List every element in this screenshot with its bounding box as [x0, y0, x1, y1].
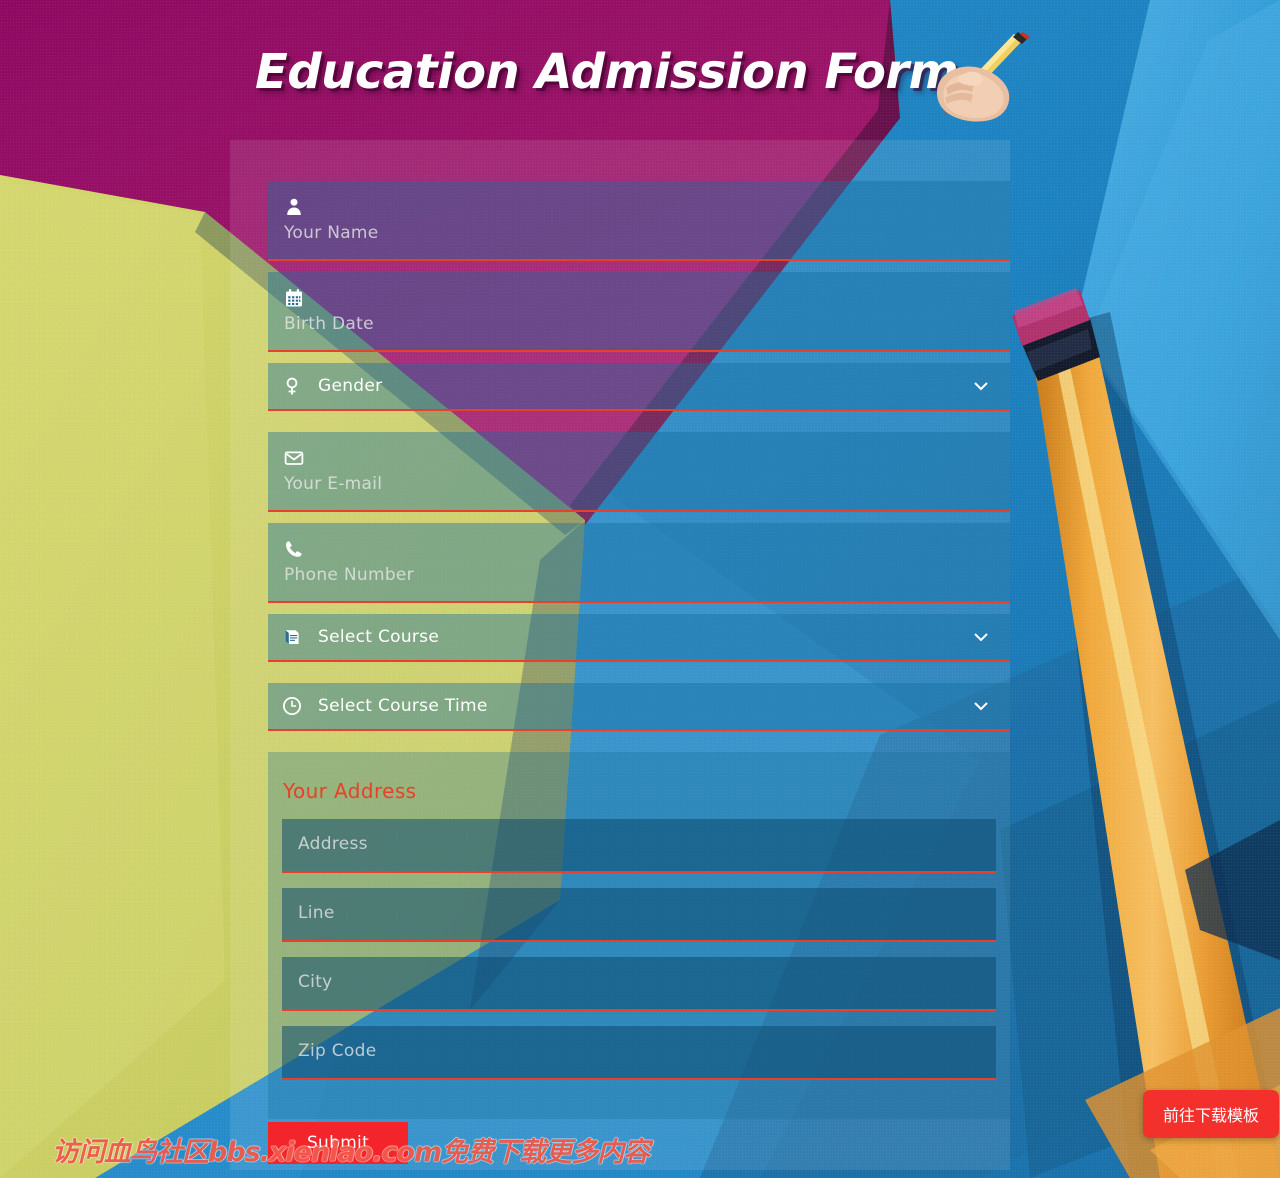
- your-email-field[interactable]: Your E-mail: [268, 432, 1010, 512]
- birth-date-field[interactable]: Birth Date: [268, 272, 1010, 352]
- your-email-placeholder: Your E-mail: [284, 474, 383, 494]
- calendar-icon: [284, 288, 304, 308]
- address-group: Your Address Address Line City Zip Code: [268, 752, 1010, 1119]
- page-title: Education Admission Form: [255, 44, 959, 100]
- user-icon: [284, 197, 304, 217]
- address-group-title: Your Address: [283, 779, 417, 803]
- select-course-label: Select Course: [318, 627, 440, 647]
- city-placeholder: City: [298, 972, 333, 992]
- chevron-down-icon: [974, 633, 988, 642]
- zip-code-field[interactable]: Zip Code: [282, 1026, 996, 1080]
- download-template-button[interactable]: 前往下载模板: [1142, 1090, 1279, 1138]
- chevron-down-icon: [974, 702, 988, 711]
- page-root: Education Admission Form Your Name Birth…: [0, 0, 1280, 1178]
- phone-icon: [284, 539, 304, 559]
- address-field[interactable]: Address: [282, 819, 996, 873]
- venus-gender-icon: [282, 376, 302, 396]
- clock-icon: [282, 696, 302, 716]
- admission-form-card: Your Name Birth Date Gender Your E-mail …: [230, 140, 1010, 1170]
- birth-date-placeholder: Birth Date: [284, 314, 374, 334]
- address-placeholder: Address: [298, 834, 368, 854]
- line-placeholder: Line: [298, 903, 335, 923]
- envelope-icon: [284, 448, 304, 468]
- gender-select-label: Gender: [318, 376, 383, 396]
- city-field[interactable]: City: [282, 957, 996, 1011]
- select-course[interactable]: Select Course: [268, 614, 1010, 662]
- submit-button[interactable]: Submit: [268, 1122, 408, 1164]
- admission-form: Your Name Birth Date Gender Your E-mail …: [268, 181, 1010, 1119]
- select-course-time-label: Select Course Time: [318, 696, 488, 716]
- select-course-time[interactable]: Select Course Time: [268, 683, 1010, 731]
- phone-number-placeholder: Phone Number: [284, 565, 414, 585]
- hand-writing-pencil-icon: [928, 32, 1030, 124]
- book-icon: [282, 627, 302, 647]
- page-header: Education Admission Form: [0, 0, 1280, 140]
- phone-number-field[interactable]: Phone Number: [268, 523, 1010, 603]
- your-name-placeholder: Your Name: [284, 223, 379, 243]
- chevron-down-icon: [974, 382, 988, 391]
- zip-code-placeholder: Zip Code: [298, 1041, 377, 1061]
- your-name-field[interactable]: Your Name: [268, 181, 1010, 261]
- line-field[interactable]: Line: [282, 888, 996, 942]
- gender-select[interactable]: Gender: [268, 363, 1010, 411]
